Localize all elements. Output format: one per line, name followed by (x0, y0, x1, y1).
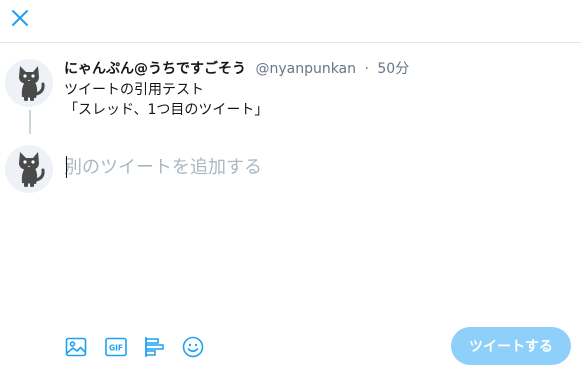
gif-icon[interactable]: GIF (104, 335, 128, 359)
tweet-time[interactable]: 50分 (377, 61, 409, 77)
compose-input[interactable] (64, 152, 544, 182)
thread-connector (29, 110, 31, 134)
text-caret (66, 156, 67, 178)
emoji-icon[interactable] (181, 335, 205, 359)
author-handle[interactable]: @nyanpunkan (255, 61, 356, 77)
reply-dialog: にゃんぷん@うちですごそう @nyanpunkan · 50分 ツイートの引用テ… (0, 0, 581, 371)
cat-avatar-icon (5, 59, 53, 107)
compose-avatar (5, 145, 53, 193)
image-icon[interactable] (64, 335, 88, 359)
avatar[interactable] (5, 59, 53, 107)
poll-icon[interactable] (143, 335, 167, 359)
close-icon[interactable] (8, 6, 34, 32)
author-name[interactable]: にゃんぷん@うちですごそう (64, 61, 246, 77)
tweet-text-line: 「スレッド、1つ目のツイート」 (64, 102, 269, 118)
tweet-header: にゃんぷん@うちですごそう @nyanpunkan · 50分 (64, 59, 409, 79)
gif-label: GIF (109, 344, 123, 353)
separator-dot: · (364, 61, 369, 77)
cat-avatar-icon (5, 145, 53, 193)
dialog-header (0, 0, 581, 43)
tweet-text: ツイートの引用テスト 「スレッド、1つ目のツイート」 (64, 80, 268, 120)
tweet-text-line: ツイートの引用テスト (64, 82, 204, 98)
tweet-button[interactable]: ツイートする (451, 327, 571, 365)
